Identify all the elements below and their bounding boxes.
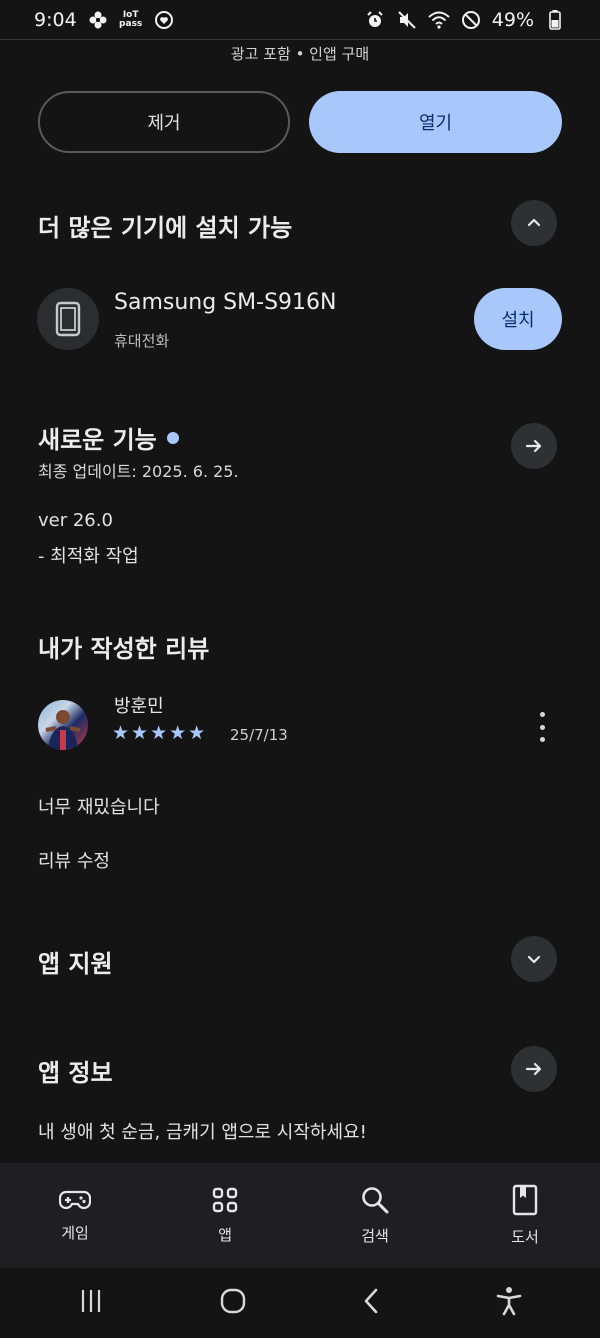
flower-icon xyxy=(87,9,109,31)
new-indicator-dot xyxy=(166,432,179,444)
gamepad-icon xyxy=(59,1190,91,1210)
wifi-icon xyxy=(428,9,450,31)
nav-games[interactable]: 게임 xyxy=(0,1188,150,1243)
device-type: 휴대전화 xyxy=(114,332,170,350)
recent-apps-icon[interactable] xyxy=(77,1288,105,1318)
system-navigation-bar xyxy=(0,1268,600,1338)
chevron-down-icon xyxy=(527,955,541,964)
app-info-arrow-button[interactable] xyxy=(511,1046,557,1092)
nav-books[interactable]: 도서 xyxy=(450,1184,600,1247)
status-time: 9:04 xyxy=(34,8,77,31)
nav-apps[interactable]: 앱 xyxy=(150,1186,300,1245)
whats-new-title[interactable]: 새로운 기능 xyxy=(38,420,179,455)
my-review-title: 내가 작성한 리뷰 xyxy=(38,635,210,663)
battery-icon xyxy=(544,9,566,31)
search-icon xyxy=(362,1187,389,1214)
alarm-icon xyxy=(364,9,386,31)
device-name: Samsung SM-S916N xyxy=(114,290,337,315)
review-date: 25/7/13 xyxy=(230,726,288,744)
phone-icon xyxy=(55,301,81,337)
app-info-title[interactable]: 앱 정보 xyxy=(38,1053,113,1088)
nav-games-label: 게임 xyxy=(61,1224,89,1242)
app-meta-info: 광고 포함 • 인앱 구매 xyxy=(230,45,370,63)
mute-icon xyxy=(396,9,418,31)
heart-shield-icon xyxy=(153,9,175,31)
whats-new-label: 새로운 기능 xyxy=(38,426,157,454)
review-text: 너무 재밌습니다 xyxy=(38,797,160,818)
version-text: ver 26.0 xyxy=(38,510,113,531)
iot-pass-icon: IoT pass xyxy=(119,9,143,29)
more-options-icon[interactable] xyxy=(530,712,554,742)
apps-grid-icon xyxy=(212,1187,238,1213)
nav-search[interactable]: 검색 xyxy=(300,1185,450,1246)
status-left: 9:04 IoT pass xyxy=(34,9,175,31)
arrow-right-icon xyxy=(525,439,542,453)
last-updated: 최종 업데이트: 2025. 6. 25. xyxy=(38,462,239,481)
status-right: 49% xyxy=(364,9,566,31)
more-devices-title: 더 많은 기기에 설치 가능 xyxy=(38,214,293,242)
nav-books-label: 도서 xyxy=(511,1228,539,1246)
whats-new-arrow-button[interactable] xyxy=(511,423,557,469)
app-description: 내 생애 첫 순금, 금캐기 앱으로 시작하세요! xyxy=(38,1122,367,1143)
chevron-up-icon xyxy=(527,218,541,227)
bottom-navigation: 게임 앱 검색 도서 xyxy=(0,1163,600,1268)
nav-search-label: 검색 xyxy=(361,1227,389,1245)
reviewer-name: 방훈민 xyxy=(114,696,164,717)
device-icon-circle xyxy=(37,288,99,350)
nav-apps-label: 앱 xyxy=(218,1226,232,1244)
expand-support-button[interactable] xyxy=(511,936,557,982)
install-button[interactable]: 설치 xyxy=(474,288,562,350)
app-support-title[interactable]: 앱 지원 xyxy=(38,944,113,979)
battery-percent: 49% xyxy=(491,8,534,31)
no-disturb-icon xyxy=(460,9,482,31)
release-notes: - 최적화 작업 xyxy=(38,546,139,567)
avatar xyxy=(38,700,88,750)
book-icon xyxy=(512,1184,538,1216)
status-bar: 9:04 IoT pass 49% xyxy=(0,0,600,40)
home-icon[interactable] xyxy=(219,1287,247,1319)
accessibility-icon[interactable] xyxy=(495,1286,523,1320)
star-rating: ★★★★★ xyxy=(112,722,208,744)
remove-button[interactable]: 제거 xyxy=(38,91,290,153)
edit-review-link[interactable]: 리뷰 수정 xyxy=(38,847,110,873)
collapse-button[interactable] xyxy=(511,200,557,246)
arrow-right-icon xyxy=(525,1062,542,1076)
back-icon[interactable] xyxy=(361,1287,381,1319)
open-button[interactable]: 열기 xyxy=(309,91,562,153)
app-details-page: 9:04 IoT pass 49% 광고 포함 • 인앱 구매 제거 열기 더 … xyxy=(0,0,600,1338)
